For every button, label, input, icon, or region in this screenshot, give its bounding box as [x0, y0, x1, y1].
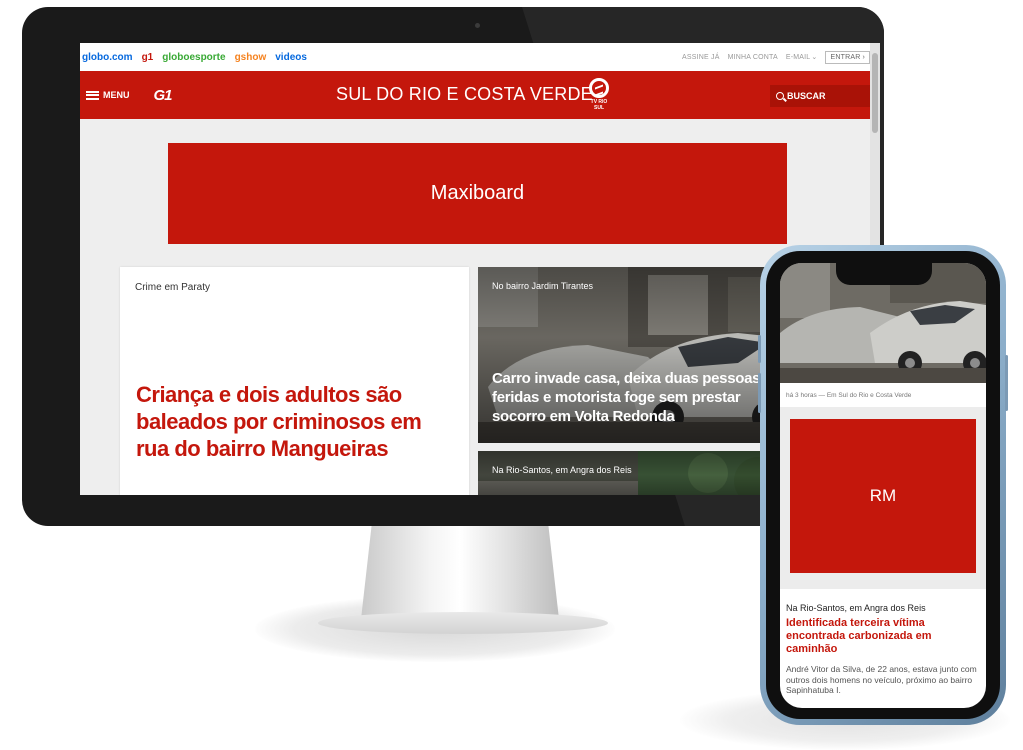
lead-story-kicker: Crime em Paraty: [135, 282, 211, 293]
menu-label: MENU: [103, 90, 130, 100]
mobile-caption: há 3 horas — Em Sul do Rio e Costa Verde: [786, 392, 912, 399]
lead-story-card[interactable]: Crime em Paraty Criança e dois adultos s…: [120, 267, 469, 495]
mobile-story-kicker: Na Rio-Santos, em Angra dos Reis: [786, 603, 926, 613]
photo-story-kicker: No bairro Jardim Tirantes: [492, 281, 594, 291]
mobile-screen: há 3 horas — Em Sul do Rio e Costa Verde…: [780, 263, 986, 708]
phone-bezel: há 3 horas — Em Sul do Rio e Costa Verde…: [766, 251, 1000, 719]
menu-button[interactable]: MENU: [86, 90, 130, 100]
email-label: E-MAIL: [785, 54, 811, 61]
lead-story-headline[interactable]: Criança e dois adultos são baleados por …: [136, 381, 456, 462]
link-g1[interactable]: g1: [142, 52, 154, 63]
photo-story-2-kicker: Na Rio-Santos, em Angra dos Reis: [492, 465, 632, 475]
globo-network-bar: globo.com g1 globoesporte gshow videos A…: [80, 43, 880, 71]
photo-story-card[interactable]: No bairro Jardim Tirantes Carro invade c…: [478, 267, 798, 443]
phone-volume-button: [758, 373, 761, 413]
desktop-monitor: globo.com g1 globoesporte gshow videos A…: [22, 7, 884, 526]
search-label: BUSCAR: [787, 91, 826, 101]
site-header: MENU G1 SUL DO RIO E COSTA VERDE TV RIO …: [80, 71, 870, 119]
region-title: SUL DO RIO E COSTA VERDE: [336, 84, 593, 104]
hamburger-icon: [86, 90, 99, 100]
rm-ad[interactable]: RM: [790, 419, 976, 573]
mobile-story-summary: André Vitor da Silva, de 22 anos, estava…: [786, 664, 977, 695]
mobile-phone: há 3 horas — Em Sul do Rio e Costa Verde…: [758, 245, 1008, 725]
camera-dot: [475, 23, 480, 28]
chevron-right-icon: ›: [862, 53, 865, 61]
photo-story-card-2[interactable]: Na Rio-Santos, em Angra dos Reis: [478, 451, 798, 495]
email-link[interactable]: E-MAIL⌄: [786, 53, 818, 61]
tv-logo-name: TV RIO SUL: [590, 99, 608, 111]
account-links: ASSINE JÁ MINHA CONTA E-MAIL⌄ ENTRAR ›: [674, 50, 870, 64]
monitor-stand-base: [318, 612, 608, 634]
scrollbar-thumb[interactable]: [872, 53, 878, 133]
phone-notch: [836, 263, 932, 285]
link-gshow[interactable]: gshow: [235, 52, 267, 63]
entrar-button[interactable]: ENTRAR ›: [825, 50, 870, 64]
phone-side-button: [758, 335, 761, 363]
chevron-down-icon: ⌄: [811, 54, 818, 61]
entrar-label: ENTRAR: [830, 53, 861, 61]
assine-link[interactable]: ASSINE JÁ: [682, 54, 720, 61]
link-globocom[interactable]: globo.com: [82, 52, 133, 63]
tv-rio-sul-logo: TV RIO SUL: [586, 78, 612, 114]
g1-logo[interactable]: G1: [154, 87, 173, 104]
link-globoesporte[interactable]: globoesporte: [162, 52, 225, 63]
maxiboard-ad[interactable]: Maxiboard: [168, 143, 787, 244]
link-videos[interactable]: videos: [275, 52, 307, 63]
mobile-story-headline[interactable]: Identificada terceira vítima encontrada …: [786, 617, 978, 656]
minha-conta-link[interactable]: MINHA CONTA: [728, 54, 778, 61]
search-button[interactable]: BUSCAR: [770, 85, 870, 107]
phone-power-button: [1005, 355, 1008, 411]
tv-logo-icon: [589, 78, 609, 98]
search-icon: [776, 92, 784, 100]
photo-story-headline[interactable]: Carro invade casa, deixa duas pessoas fe…: [492, 369, 792, 426]
